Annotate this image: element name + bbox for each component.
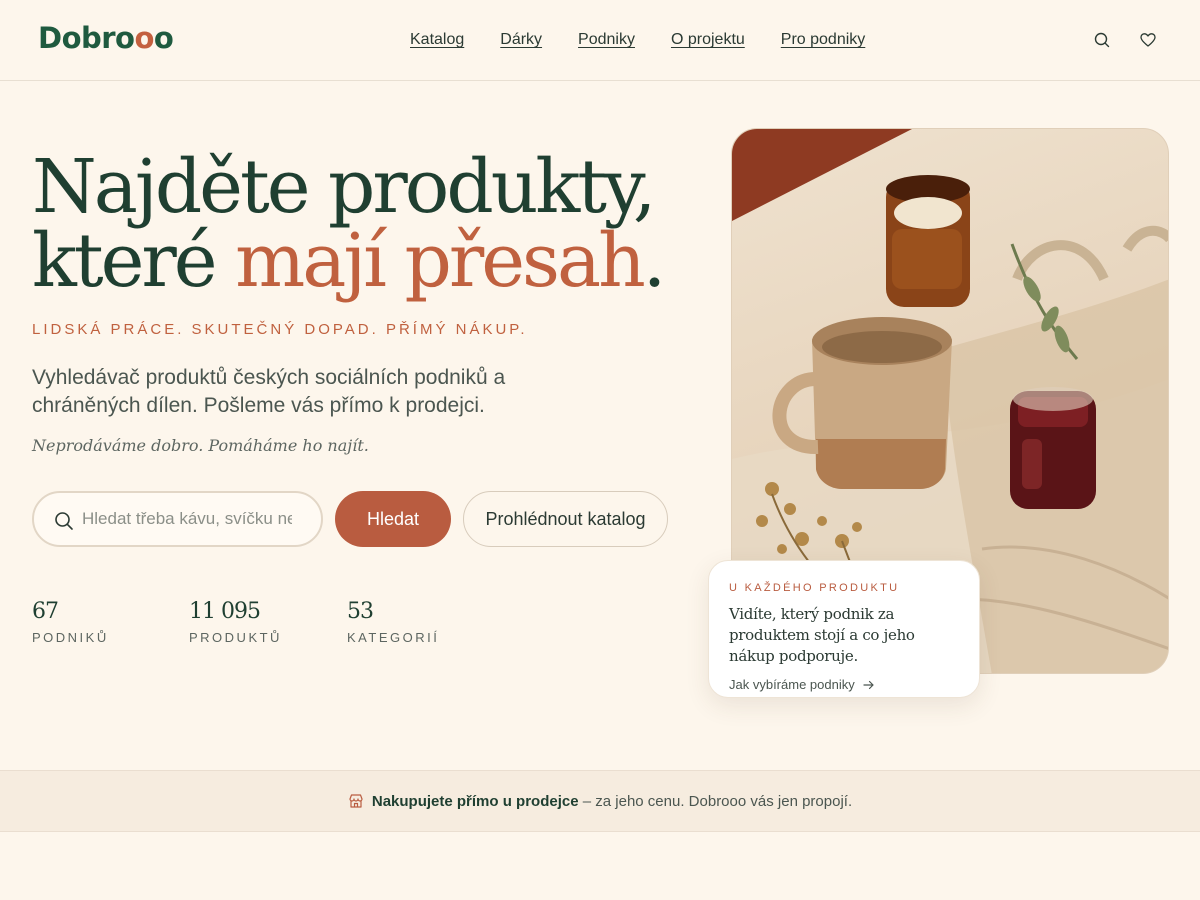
nav-darky[interactable]: Dárky [500, 31, 542, 49]
stat-label: KATEGORIÍ [347, 630, 440, 645]
search-box [32, 491, 323, 547]
search-field-icon [55, 512, 73, 530]
hero-title-line2: které [32, 218, 236, 304]
direct-purchase-banner: Nakupujete přímo u prodejce – za jeho ce… [0, 770, 1200, 832]
search-input[interactable] [82, 503, 292, 535]
search-icon[interactable] [1093, 31, 1111, 49]
stat-categories: 53 KATEGORIÍ [347, 598, 439, 645]
nav-o-projektu[interactable]: O projektu [671, 31, 745, 49]
arrow-right-icon [863, 680, 874, 689]
stat-products: 11 095 PRODUKTŮ [189, 598, 282, 645]
stat-value: 53 [347, 599, 374, 624]
stat-businesses: 67 PODNIKŮ [32, 598, 109, 645]
stat-value: 67 [32, 599, 59, 624]
nav-katalog[interactable]: Katalog [410, 31, 464, 49]
logo-text: Dobro [38, 21, 135, 55]
logo[interactable]: Dobrooo [38, 20, 174, 56]
hero-tagline: LIDSKÁ PRÁCE. SKUTEČNÝ DOPAD. PŘÍMÝ NÁKU… [32, 321, 528, 338]
nav-podniky[interactable]: Podniky [578, 31, 635, 49]
stat-label: PRODUKTŮ [189, 630, 282, 645]
search-button[interactable]: Hledat [335, 491, 451, 547]
logo-text-end: o [153, 21, 174, 55]
info-card-text: Vidíte, který podnik za produktem stojí … [729, 605, 915, 665]
logo-accent: o [134, 21, 154, 55]
main-nav: Katalog Dárky Podniky O projektu Pro pod… [410, 31, 865, 49]
info-card-kicker: U KAŽDÉHO PRODUKTU [729, 582, 900, 594]
nav-pro-podniky[interactable]: Pro podniky [781, 31, 866, 49]
hero-title-accent: mají přesah [235, 218, 646, 304]
info-card: U KAŽDÉHO PRODUKTU Vidíte, který podnik … [708, 560, 980, 698]
info-card-link[interactable]: Jak vybíráme podniky [729, 677, 875, 692]
site-header: Dobrooo Katalog Dárky Podniky O projektu… [0, 0, 1200, 81]
stat-label: PODNIKŮ [32, 630, 109, 645]
hero-title: Najděte produkty, které mají přesah. [32, 150, 672, 298]
heart-icon[interactable] [1139, 31, 1157, 49]
shop-icon [349, 794, 363, 808]
browse-catalog-button[interactable]: Prohlédnout katalog [463, 491, 668, 547]
hero-title-period: . [642, 218, 666, 304]
banner-bold-text: Nakupujete přímo u prodejce [371, 792, 579, 810]
hero-lead: Vyhledávač produktů českých sociálních p… [32, 366, 506, 417]
stat-value: 11 095 [189, 599, 261, 624]
info-card-link-label: Jak vybíráme podniky [729, 677, 855, 692]
banner-text: – za jeho cenu. Dobrooo vás jen propojí. [582, 792, 853, 810]
hero-motto: Neprodáváme dobro. Pomáháme ho najít. [32, 436, 369, 455]
